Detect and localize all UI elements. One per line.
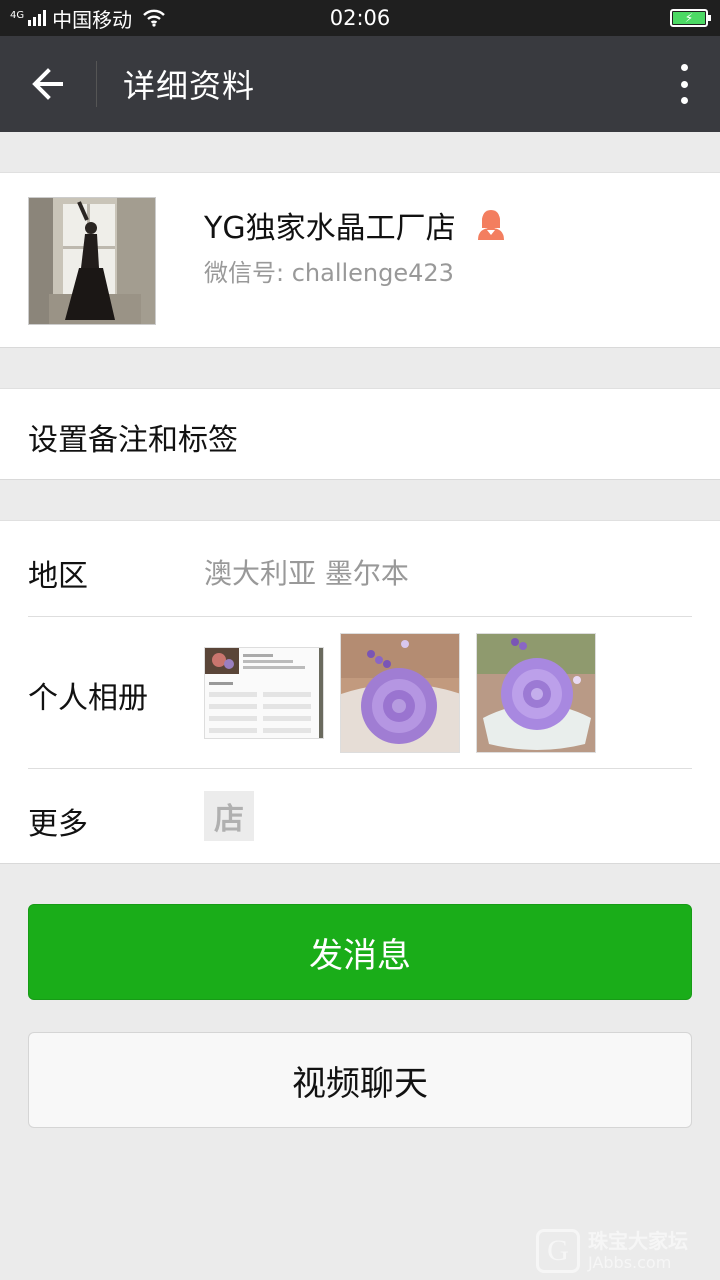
avatar-image bbox=[29, 198, 155, 324]
region-value: 澳大利亚 墨尔本 bbox=[204, 557, 409, 590]
nickname-row: YG独家水晶工厂店 bbox=[204, 203, 508, 247]
send-message-button[interactable]: 发消息 bbox=[28, 904, 692, 1000]
more-row[interactable]: 更多 店 bbox=[28, 769, 692, 865]
back-arrow-icon bbox=[32, 68, 63, 100]
video-chat-button[interactable]: 视频聊天 bbox=[28, 1032, 692, 1128]
profile-card: YG独家水晶工厂店 微信号: challenge423 bbox=[0, 172, 720, 348]
app-bar: 详细资料 bbox=[0, 36, 720, 132]
album-photo-2[interactable] bbox=[340, 633, 460, 753]
remark-tags-row[interactable]: 设置备注和标签 bbox=[0, 388, 720, 480]
avatar[interactable] bbox=[28, 197, 156, 325]
remark-tags-label: 设置备注和标签 bbox=[28, 423, 238, 458]
album-label: 个人相册 bbox=[28, 681, 148, 716]
female-icon bbox=[477, 210, 504, 240]
store-icon: 店 bbox=[204, 791, 254, 841]
clock: 02:06 bbox=[329, 6, 391, 30]
album-photo-3-image bbox=[477, 634, 595, 752]
info-group: 地区 澳大利亚 墨尔本 个人相册 更多 店 bbox=[0, 520, 720, 864]
site-watermark: G 珠宝大家坛 JAbbs.com bbox=[536, 1226, 714, 1276]
region-row: 地区 澳大利亚 墨尔本 bbox=[28, 521, 692, 617]
watermark-text: 珠宝大家坛 JAbbs.com bbox=[588, 1231, 688, 1271]
region-label: 地区 bbox=[28, 559, 88, 594]
nickname: YG独家水晶工厂店 bbox=[204, 211, 456, 246]
album-row[interactable]: 个人相册 bbox=[28, 617, 692, 769]
app-bar-divider bbox=[96, 61, 97, 107]
back-button[interactable] bbox=[0, 36, 96, 132]
page-title: 详细资料 bbox=[123, 67, 256, 105]
watermark-en: JAbbs.com bbox=[588, 1253, 672, 1272]
wechat-id: 微信号: challenge423 bbox=[204, 259, 454, 287]
album-photo-3[interactable] bbox=[476, 633, 596, 753]
album-photo-2-image bbox=[341, 634, 459, 752]
album-photo-1-image bbox=[205, 648, 323, 738]
battery-icon: ⚡ bbox=[670, 9, 711, 27]
charging-bolt-icon: ⚡ bbox=[673, 12, 705, 24]
more-options-button[interactable] bbox=[676, 64, 692, 104]
album-photo-1[interactable] bbox=[204, 647, 324, 739]
more-label: 更多 bbox=[28, 807, 88, 842]
watermark-cn: 珠宝大家坛 bbox=[588, 1229, 688, 1253]
watermark-logo-icon: G bbox=[536, 1229, 580, 1273]
status-bar: 4G 中国移动 02:06 ⚡ bbox=[0, 0, 720, 36]
